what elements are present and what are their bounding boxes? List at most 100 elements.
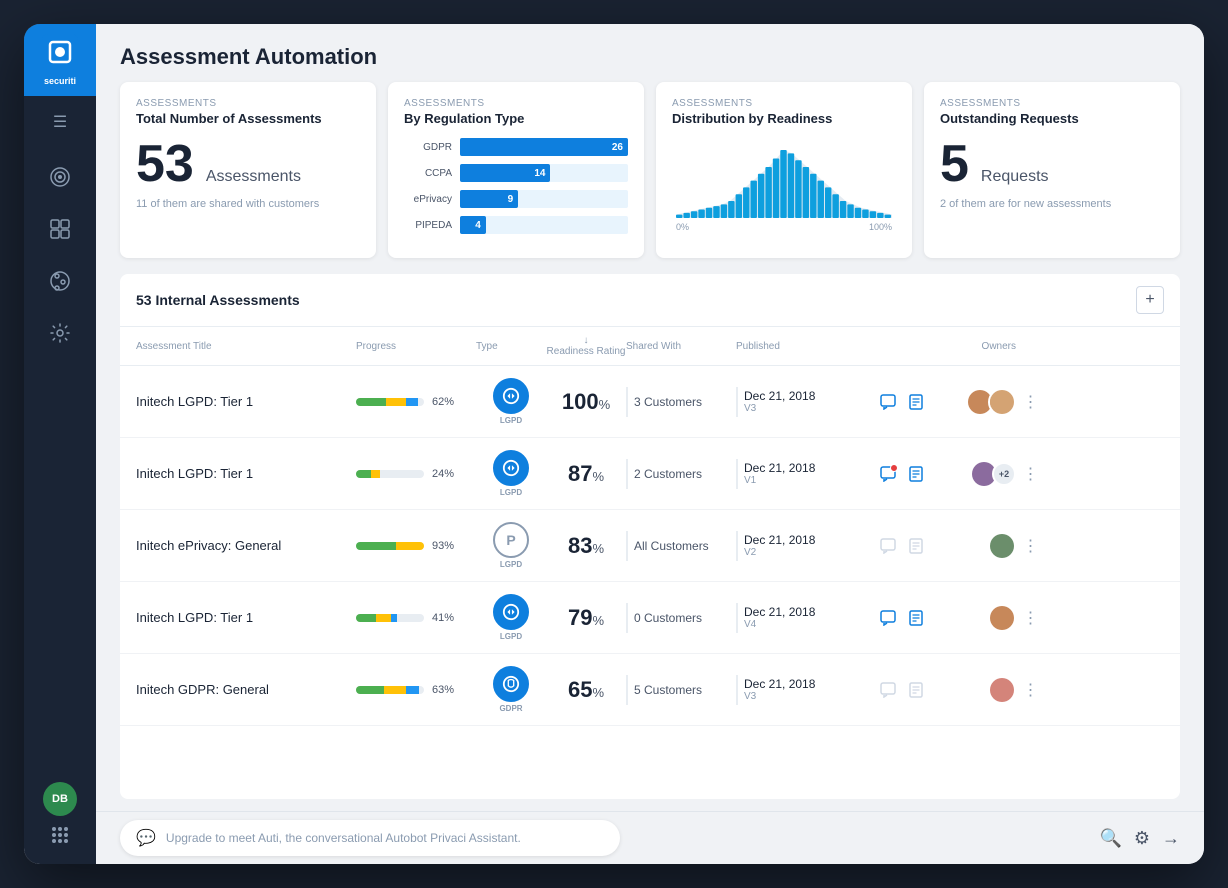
regulation-bar-chart: GDPR 26 CCPA 14 ePrivacy 9 PIPEDA 4 (404, 138, 628, 234)
distribution-svg (676, 138, 892, 218)
table-header: 53 Internal Assessments + (120, 274, 1180, 327)
shared-col: All Customers (626, 531, 736, 561)
dist-label-max: 100% (869, 222, 892, 232)
readiness-col: 79% (546, 605, 626, 631)
nav-button[interactable]: → (1162, 828, 1180, 849)
progress-pct: 63% (432, 684, 454, 696)
table-body: Initech LGPD: Tier 1 62% LGPD 100% 3 Cus… (120, 366, 1180, 799)
table-row: Initech LGPD: Tier 1 62% LGPD 100% 3 Cus… (120, 366, 1180, 438)
more-dots-icon: ⋮ (1023, 392, 1040, 412)
sidebar-item-dashboard[interactable] (24, 206, 96, 258)
chat-action-icon[interactable] (876, 606, 900, 630)
bar-track: 4 (460, 216, 628, 234)
doc-action-icon[interactable] (904, 606, 928, 630)
readiness-value: 65 (568, 677, 592, 702)
stat-outstanding: Assessments Outstanding Requests 5 Reque… (924, 82, 1180, 258)
shared-divider (626, 531, 628, 561)
type-label: LGPD (500, 560, 522, 569)
doc-action-icon[interactable] (904, 534, 928, 558)
progress-container: 63% (356, 684, 476, 696)
shared-col: 3 Customers (626, 387, 736, 417)
bottom-actions: 🔍 ⚙ → (1099, 828, 1180, 849)
owner-avatar (988, 388, 1016, 416)
tools-icon (49, 270, 71, 298)
chat-action-icon[interactable] (876, 678, 900, 702)
more-col[interactable]: ⋮ (1016, 608, 1046, 628)
col-header-progress: Progress (356, 341, 476, 352)
filter-button[interactable]: ⚙ (1134, 828, 1150, 849)
sidebar-item-settings[interactable] (24, 310, 96, 362)
bar-fill: 26 (460, 138, 628, 156)
grid-icon[interactable] (49, 824, 71, 852)
progress-segments (356, 542, 424, 550)
dist-label-min: 0% (676, 222, 689, 232)
progress-segment (356, 686, 384, 694)
actions-col (876, 678, 936, 702)
progress-pct: 24% (432, 468, 454, 480)
readiness-col: 83% (546, 533, 626, 559)
main-content: Assessment Automation Assessments Total … (96, 24, 1204, 864)
chat-bubble-icon: 💬 (136, 828, 156, 848)
pub-divider (736, 603, 738, 633)
distribution-card-title: Distribution by Readiness (672, 111, 896, 126)
shared-divider (626, 603, 628, 633)
chat-action-wrapper (876, 462, 900, 486)
sidebar: securiti ☰ (24, 24, 96, 864)
type-label: LGPD (500, 416, 522, 425)
doc-action-icon[interactable] (904, 678, 928, 702)
progress-segments (356, 686, 424, 694)
user-avatar[interactable]: DB (43, 782, 77, 816)
more-dots-icon: ⋮ (1023, 536, 1040, 556)
chat-bubble[interactable]: 💬 Upgrade to meet Auti, the conversation… (120, 820, 620, 856)
more-col[interactable]: ⋮ (1016, 536, 1046, 556)
owner-count: +2 (992, 462, 1016, 486)
pub-info: Dec 21, 2018 V2 (744, 533, 815, 558)
add-button[interactable]: + (1136, 286, 1164, 314)
stat-total-assessments: Assessments Total Number of Assessments … (120, 82, 376, 258)
col-header-shared: Shared With (626, 341, 736, 352)
bar-chart-row: GDPR 26 (404, 138, 628, 156)
doc-action-icon[interactable] (904, 462, 928, 486)
bar-track: 14 (460, 164, 628, 182)
pub-info: Dec 21, 2018 V3 (744, 389, 815, 414)
pub-divider (736, 459, 738, 489)
actions-col (876, 534, 936, 558)
chat-action-icon[interactable] (876, 390, 900, 414)
progress-pct: 41% (432, 612, 454, 624)
readiness-col: 100% (546, 389, 626, 415)
regulation-card-title: By Regulation Type (404, 111, 628, 126)
stat-section-label: Assessments (136, 98, 360, 109)
owners-col (936, 388, 1016, 416)
chat-action-icon[interactable] (876, 534, 900, 558)
more-col[interactable]: ⋮ (1016, 680, 1046, 700)
menu-toggle[interactable]: ☰ (24, 100, 96, 144)
pub-date: Dec 21, 2018 (744, 677, 815, 691)
chat-action-wrapper (876, 390, 900, 414)
readiness-unit: % (592, 469, 604, 484)
sidebar-nav (24, 144, 96, 782)
owner-avatar (988, 532, 1016, 560)
pub-version: V3 (744, 691, 815, 702)
sidebar-item-tools[interactable] (24, 258, 96, 310)
progress-bar (356, 542, 424, 550)
readiness-unit: % (592, 613, 604, 628)
shared-text: 5 Customers (634, 683, 702, 697)
progress-bar (356, 470, 424, 478)
type-icon: P (493, 522, 529, 558)
sidebar-item-radar[interactable] (24, 154, 96, 206)
bar-chart-row: PIPEDA 4 (404, 216, 628, 234)
doc-action-icon[interactable] (904, 390, 928, 414)
readiness-unit: % (599, 397, 611, 412)
pub-version: V3 (744, 403, 815, 414)
stat-big-number: 53 (136, 138, 194, 190)
more-col[interactable]: ⋮ (1016, 392, 1046, 412)
assessment-title: Initech GDPR: General (136, 682, 356, 697)
shared-text: All Customers (634, 539, 709, 553)
more-col[interactable]: ⋮ (1016, 464, 1046, 484)
search-button[interactable]: 🔍 (1099, 828, 1121, 849)
type-badge: GDPR (476, 666, 546, 713)
bottom-bar: 💬 Upgrade to meet Auti, the conversation… (96, 811, 1204, 864)
hamburger-icon: ☰ (53, 112, 67, 132)
pub-date: Dec 21, 2018 (744, 605, 815, 619)
readiness-col: 87% (546, 461, 626, 487)
